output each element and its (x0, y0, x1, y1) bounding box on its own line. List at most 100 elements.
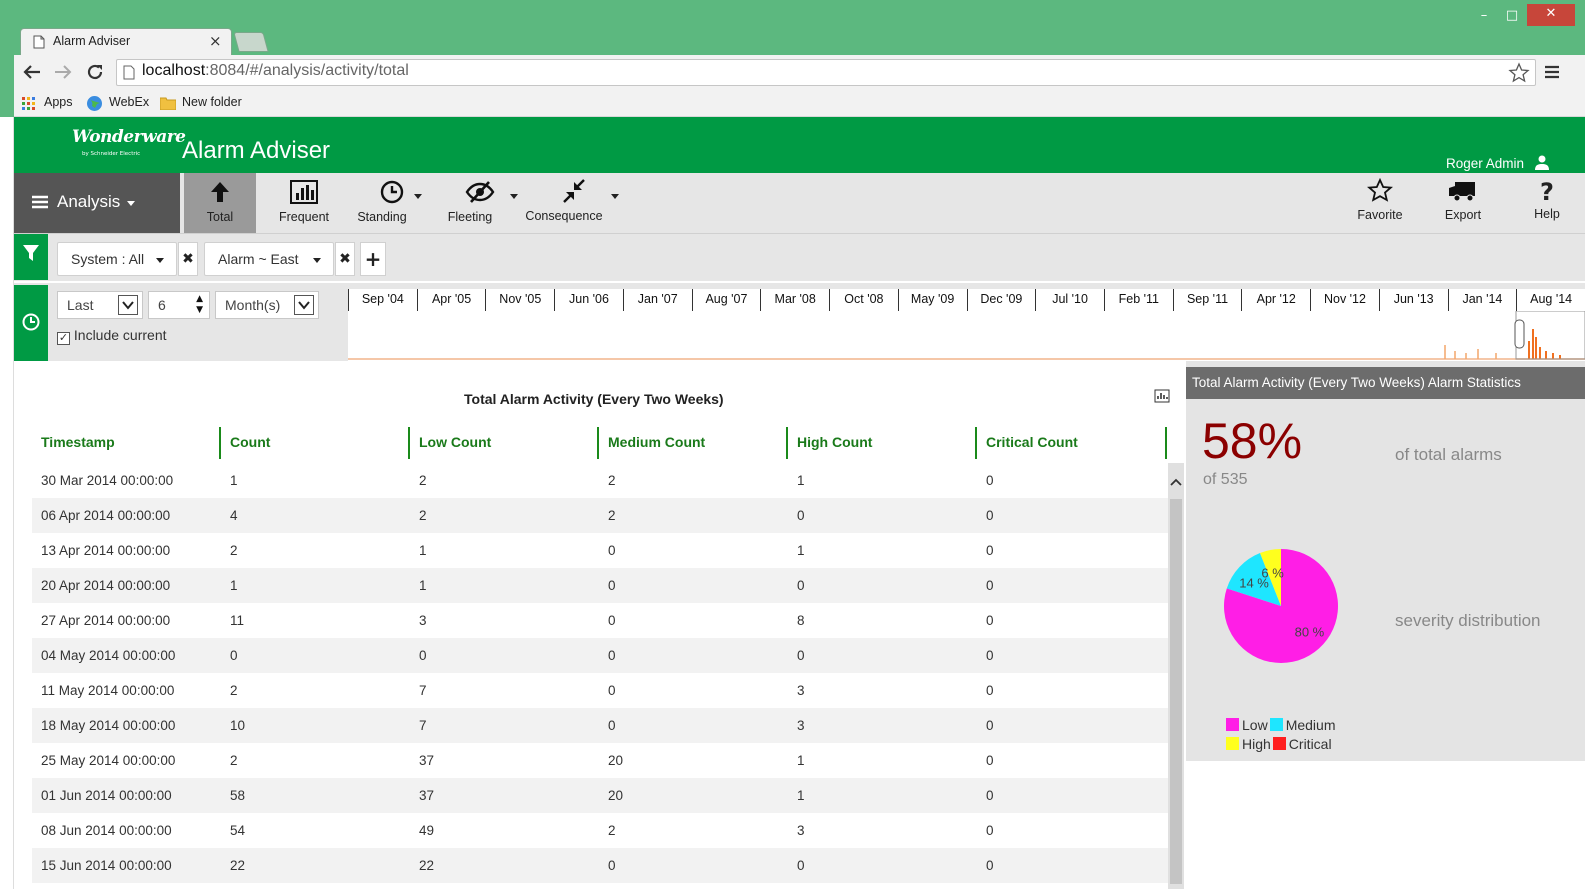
timeline-month-label[interactable]: Jan '07 (622, 289, 692, 311)
timeline-month-label[interactable]: Nov '12 (1310, 289, 1379, 311)
column-header-medium-count[interactable]: Medium Count (599, 425, 789, 459)
export-button[interactable]: Export (1434, 173, 1492, 233)
table-row[interactable]: 08 Jun 2014 00:00:00 54 49 2 3 0 (32, 813, 1168, 848)
help-button[interactable]: ? Help (1519, 173, 1575, 233)
alarm-filter[interactable]: Alarm ~ East (204, 242, 334, 276)
bookmark-webex[interactable]: WebEx (86, 95, 156, 113)
minimize-button[interactable]: – (1470, 6, 1498, 26)
table-row[interactable]: 25 May 2014 00:00:00 2 37 20 1 0 (32, 743, 1168, 778)
timeline-month-label[interactable]: Jul '10 (1035, 289, 1104, 311)
table-row[interactable]: 30 Mar 2014 00:00:00 1 2 2 1 0 (32, 463, 1168, 498)
table-row[interactable]: 06 Apr 2014 00:00:00 4 2 2 0 0 (32, 498, 1168, 533)
column-header-high-count[interactable]: High Count (788, 425, 978, 459)
logo-subtitle: by Schneider Electric (82, 151, 141, 157)
table-cell: 54 (230, 823, 246, 838)
system-filter[interactable]: System : All (57, 242, 177, 276)
chart-toggle-icon[interactable] (1154, 389, 1170, 403)
question-icon: ? (1540, 178, 1554, 206)
tab-total[interactable]: Total (184, 173, 256, 233)
tab-fleeting[interactable]: Fleeting (438, 173, 522, 233)
table-row[interactable]: 20 Apr 2014 00:00:00 1 1 0 0 0 (32, 568, 1168, 603)
tab-standing[interactable]: Standing (350, 173, 434, 233)
time-range-bar: Last 6 ▲ ▼ Month(s) ✓ Include current Sep… (14, 283, 1585, 361)
remove-alarm-filter-button[interactable]: ✖ (335, 242, 355, 276)
range-mode-select[interactable]: Last (57, 291, 143, 319)
table-row[interactable]: 15 Jun 2014 00:00:00 22 22 0 0 0 (32, 848, 1168, 883)
tab-consequence[interactable]: Consequence (524, 173, 624, 233)
table-cell: 22 (419, 858, 435, 873)
tab-frequent[interactable]: Frequent (268, 173, 340, 233)
timeline-month-label[interactable]: Aug '07 (691, 289, 761, 311)
globe-icon (87, 96, 102, 111)
scrollbar-thumb[interactable] (1170, 499, 1182, 884)
range-amount-stepper[interactable]: 6 ▲ ▼ (148, 291, 210, 319)
chevron-up-icon[interactable] (1170, 477, 1182, 487)
table-cell: 1 (230, 473, 238, 488)
bookmark-new-folder[interactable]: New folder (160, 95, 260, 113)
new-tab-button[interactable] (233, 32, 269, 52)
column-header-timestamp[interactable]: Timestamp (32, 425, 222, 459)
column-header-count[interactable]: Count (221, 425, 411, 459)
timeline-month-label[interactable]: Feb '11 (1103, 289, 1173, 311)
caret-down-icon[interactable] (510, 194, 518, 199)
stepper-arrows-icon[interactable]: ▲ ▼ (196, 294, 203, 316)
browser-tab[interactable]: Alarm Adviser × (20, 28, 232, 55)
address-bar[interactable]: localhost:8084/#/analysis/activity/total (116, 59, 1536, 86)
table-cell: 0 (986, 508, 994, 523)
table-cell: 0 (797, 578, 805, 593)
column-separator[interactable] (1165, 427, 1167, 459)
legend-item-low[interactable]: Low (1226, 717, 1268, 733)
timeline-month-label[interactable]: Jun '06 (554, 289, 623, 311)
maximize-button[interactable]: □ (1498, 6, 1526, 26)
legend-item-high[interactable]: High (1226, 736, 1271, 752)
timeline-month-label[interactable]: Nov '05 (485, 289, 554, 311)
star-bookmark-icon[interactable] (1508, 62, 1530, 84)
table-cell: 0 (986, 788, 994, 803)
legend-item-medium[interactable]: Medium (1269, 717, 1335, 733)
timeline-month-label[interactable]: Dec '09 (966, 289, 1036, 311)
caret-down-icon[interactable] (414, 194, 422, 199)
timeline-month-label[interactable]: May '09 (897, 289, 967, 311)
timeline-month-label[interactable]: Jun '13 (1378, 289, 1448, 311)
user-menu[interactable]: Roger Admin (1446, 153, 1551, 171)
table-row[interactable]: 01 Jun 2014 00:00:00 58 37 20 1 0 (32, 778, 1168, 813)
timeline-month-label[interactable]: Mar '08 (760, 289, 829, 311)
range-amount-value: 6 (158, 297, 166, 313)
back-arrow-icon[interactable] (23, 64, 41, 80)
table-row[interactable]: 18 May 2014 00:00:00 10 7 0 3 0 (32, 708, 1168, 743)
analysis-menu-button[interactable]: Analysis (14, 173, 180, 233)
forward-arrow-icon[interactable] (54, 64, 72, 80)
table-row[interactable]: 11 May 2014 00:00:00 2 7 0 3 0 (32, 673, 1168, 708)
grid-scrollbar[interactable] (1168, 463, 1184, 889)
legend-item-critical[interactable]: Critical (1272, 736, 1332, 752)
include-current-checkbox[interactable]: ✓ Include current (57, 327, 167, 347)
timeline-month-label[interactable]: Aug '14 (1516, 289, 1585, 311)
table-cell: 2 (230, 543, 238, 558)
table-row[interactable]: 27 Apr 2014 00:00:00 11 3 0 8 0 (32, 603, 1168, 638)
timeline-month-label[interactable]: Sep '11 (1172, 289, 1242, 311)
timeline-navigator[interactable]: Sep '04 Apr '05 Nov '05 Jun '06 Jan '07 Aug '… (348, 289, 1585, 361)
add-filter-button[interactable]: + (360, 242, 386, 276)
column-header-low-count[interactable]: Low Count (410, 425, 600, 459)
timeline-month-label[interactable]: Oct '08 (829, 289, 898, 311)
table-cell: 20 (608, 788, 624, 803)
table-cell: 13 Apr 2014 00:00:00 (41, 543, 171, 558)
close-window-button[interactable]: ✕ (1527, 4, 1575, 26)
timeline-month-label[interactable]: Sep '04 (348, 289, 417, 311)
table-cell: 2 (608, 823, 616, 838)
menu-icon[interactable] (1544, 64, 1560, 80)
favorite-button[interactable]: Favorite (1349, 173, 1411, 233)
timeline-month-label[interactable]: Apr '05 (416, 289, 486, 311)
timeline-month-label[interactable]: Jan '14 (1447, 289, 1517, 311)
column-header-critical-count[interactable]: Critical Count (977, 425, 1167, 459)
reload-icon[interactable] (86, 63, 104, 81)
table-row[interactable]: 04 May 2014 00:00:00 0 0 0 0 0 (32, 638, 1168, 673)
remove-system-filter-button[interactable]: ✖ (178, 242, 198, 276)
tab-close-icon[interactable]: × (209, 32, 222, 50)
table-cell: 0 (608, 683, 616, 698)
table-row[interactable]: 13 Apr 2014 00:00:00 2 1 0 1 0 (32, 533, 1168, 568)
stats-panel: Total Alarm Activity (Every Two Weeks) A… (1186, 361, 1585, 761)
caret-down-icon[interactable] (611, 194, 619, 199)
timeline-month-label[interactable]: Apr '12 (1241, 289, 1310, 311)
range-unit-select[interactable]: Month(s) (215, 291, 319, 319)
